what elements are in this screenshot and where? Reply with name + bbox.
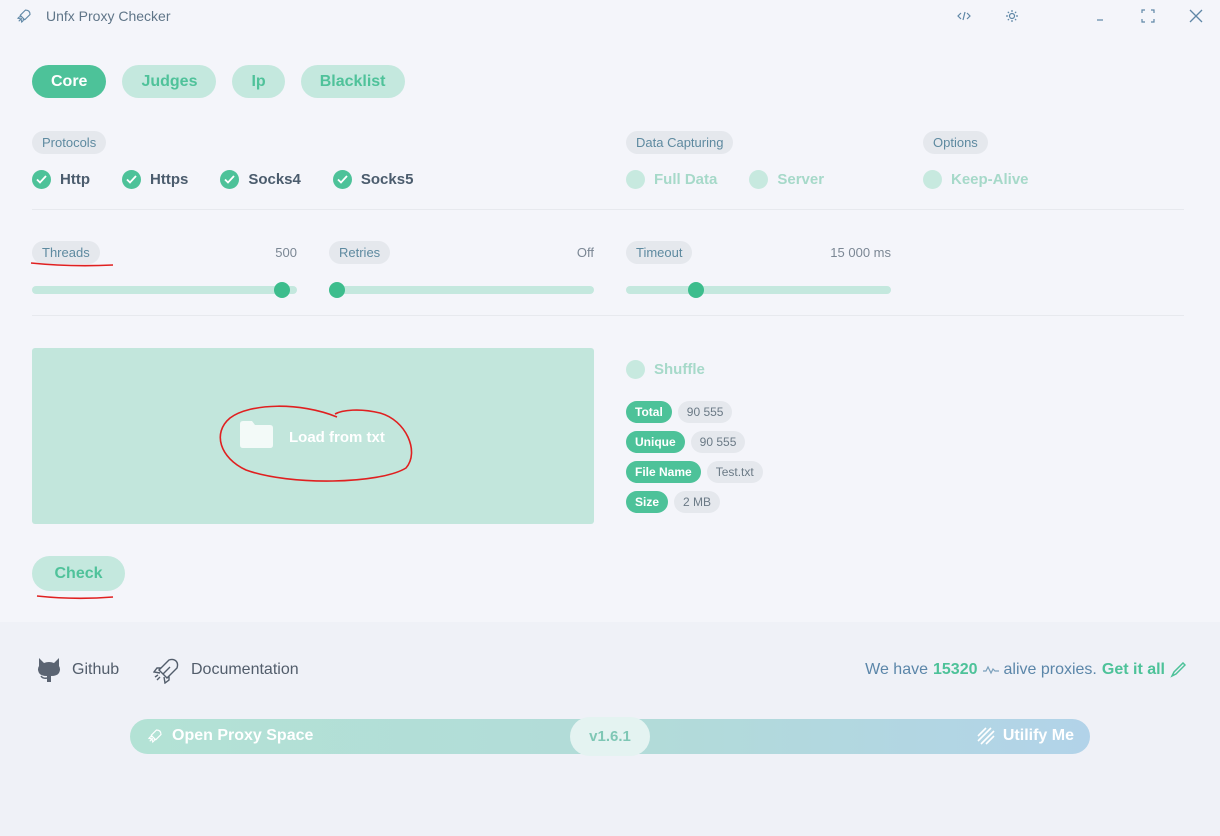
check-icon xyxy=(122,170,141,189)
divider xyxy=(32,315,1184,316)
alive-prefix: We have xyxy=(865,661,928,678)
app-title: Unfx Proxy Checker xyxy=(46,8,171,24)
threads-slider-block: Threads 500 xyxy=(32,241,297,298)
protocol-http-label: Http xyxy=(60,171,90,188)
alive-proxies-notice: We have 15320 alive proxies. Get it all xyxy=(865,661,1186,679)
retries-label: Retries xyxy=(329,241,391,264)
github-link[interactable]: Github xyxy=(36,656,119,684)
protocol-socks4-label: Socks4 xyxy=(248,171,301,188)
protocol-https-checkbox[interactable]: Https xyxy=(122,170,188,189)
timeout-label: Timeout xyxy=(626,241,693,264)
stat-unique-value: 90 555 xyxy=(690,431,746,453)
github-icon xyxy=(38,658,60,682)
data-capturing-group: Data Capturing Full Data Server xyxy=(626,131,824,189)
timeout-slider[interactable] xyxy=(626,282,891,298)
stat-file-name: File Name Test.txt xyxy=(626,461,763,483)
stat-size-value: 2 MB xyxy=(674,491,721,513)
full-data-label: Full Data xyxy=(654,171,718,188)
protocol-socks4-checkbox[interactable]: Socks4 xyxy=(220,170,301,189)
timeout-slider-block: Timeout 15 000 ms xyxy=(626,241,891,298)
threads-label: Threads xyxy=(32,241,100,264)
stat-file-name-key: File Name xyxy=(626,461,701,483)
threads-slider[interactable] xyxy=(32,282,297,298)
retries-slider-thumb[interactable] xyxy=(329,282,345,298)
check-icon xyxy=(220,170,240,189)
check-icon xyxy=(32,170,51,189)
tab-judges[interactable]: Judges xyxy=(122,65,217,98)
documentation-label: Documentation xyxy=(191,661,299,678)
rocket-icon xyxy=(147,729,162,744)
open-proxy-space-link[interactable]: Open Proxy Space xyxy=(146,727,313,745)
shuffle-label: Shuffle xyxy=(654,361,705,378)
title-bar: Unfx Proxy Checker xyxy=(0,0,1220,32)
stat-size-key: Size xyxy=(626,491,669,513)
main-panel: Core Judges Ip Blacklist Protocols Http … xyxy=(0,32,1220,622)
tab-ip[interactable]: Ip xyxy=(232,65,285,98)
version-badge: v1.6.1 xyxy=(570,717,650,756)
data-capturing-title: Data Capturing xyxy=(626,131,734,154)
footer-banner: Open Proxy Space v1.6.1 Utilify Me xyxy=(130,717,1090,756)
check-button[interactable]: Check xyxy=(32,556,125,591)
protocol-https-label: Https xyxy=(150,171,189,188)
check-icon xyxy=(332,170,352,189)
close-icon[interactable] xyxy=(1188,8,1204,24)
options-group: Options Keep-Alive xyxy=(923,131,1029,189)
load-from-txt-label: Load from txt xyxy=(289,429,385,446)
shuffle-checkbox[interactable]: Shuffle xyxy=(626,360,705,379)
minimize-icon[interactable] xyxy=(1092,8,1108,24)
protocols-title: Protocols xyxy=(32,131,107,154)
timeout-value: 15 000 ms xyxy=(830,245,891,260)
documentation-link[interactable]: Documentation xyxy=(153,656,299,684)
keep-alive-checkbox[interactable]: Keep-Alive xyxy=(923,170,1029,189)
threads-slider-thumb[interactable] xyxy=(273,282,290,298)
stat-file-name-value: Test.txt xyxy=(706,461,763,483)
utilify-me-label: Utilify Me xyxy=(1002,727,1074,744)
stat-unique: Unique 90 555 xyxy=(626,431,763,453)
sun-icon[interactable] xyxy=(1004,8,1020,24)
stat-unique-key: Unique xyxy=(626,431,685,453)
get-it-all-link[interactable]: Get it all xyxy=(1102,661,1165,679)
pulse-icon xyxy=(982,665,999,675)
alive-suffix: alive proxies. xyxy=(1003,661,1097,678)
server-label: Server xyxy=(777,171,825,188)
threads-value: 500 xyxy=(275,245,297,260)
maximize-icon[interactable] xyxy=(1140,8,1156,24)
stat-total-value: 90 555 xyxy=(677,401,733,423)
stripes-icon xyxy=(977,727,995,745)
open-proxy-space-label: Open Proxy Space xyxy=(172,727,314,744)
stat-total: Total 90 555 xyxy=(626,401,763,423)
code-icon[interactable] xyxy=(956,8,972,24)
divider xyxy=(32,209,1184,210)
full-data-checkbox[interactable]: Full Data xyxy=(626,170,717,189)
rocket-icon xyxy=(16,9,31,24)
github-label: Github xyxy=(72,661,120,678)
protocol-http-checkbox[interactable]: Http xyxy=(32,170,90,189)
retries-value: Off xyxy=(576,245,594,260)
utilify-me-link[interactable]: Utilify Me xyxy=(977,727,1074,745)
timeout-slider-thumb[interactable] xyxy=(688,282,705,298)
protocol-socks5-checkbox[interactable]: Socks5 xyxy=(332,170,414,189)
tab-core[interactable]: Core xyxy=(32,65,107,98)
server-checkbox[interactable]: Server xyxy=(749,170,824,189)
stat-total-key: Total xyxy=(626,401,672,423)
protocols-group: Protocols Http Https Socks4 Socks5 xyxy=(32,131,413,189)
load-from-txt-dropzone[interactable]: Load from txt xyxy=(32,348,594,524)
file-stats: Total 90 555 Unique 90 555 File Name Tes… xyxy=(626,401,763,513)
protocol-socks5-label: Socks5 xyxy=(360,171,414,188)
retries-slider[interactable] xyxy=(329,282,594,298)
alive-count: 15320 xyxy=(933,661,978,678)
rocket-icon xyxy=(153,658,179,684)
tab-bar: Core Judges Ip Blacklist xyxy=(32,65,405,98)
stat-size: Size 2 MB xyxy=(626,491,763,513)
retries-slider-block: Retries Off xyxy=(329,241,594,298)
keep-alive-label: Keep-Alive xyxy=(951,171,1029,188)
pencil-icon xyxy=(1170,662,1186,678)
options-title: Options xyxy=(923,131,988,154)
folder-icon xyxy=(240,421,273,448)
tab-blacklist[interactable]: Blacklist xyxy=(300,65,405,98)
